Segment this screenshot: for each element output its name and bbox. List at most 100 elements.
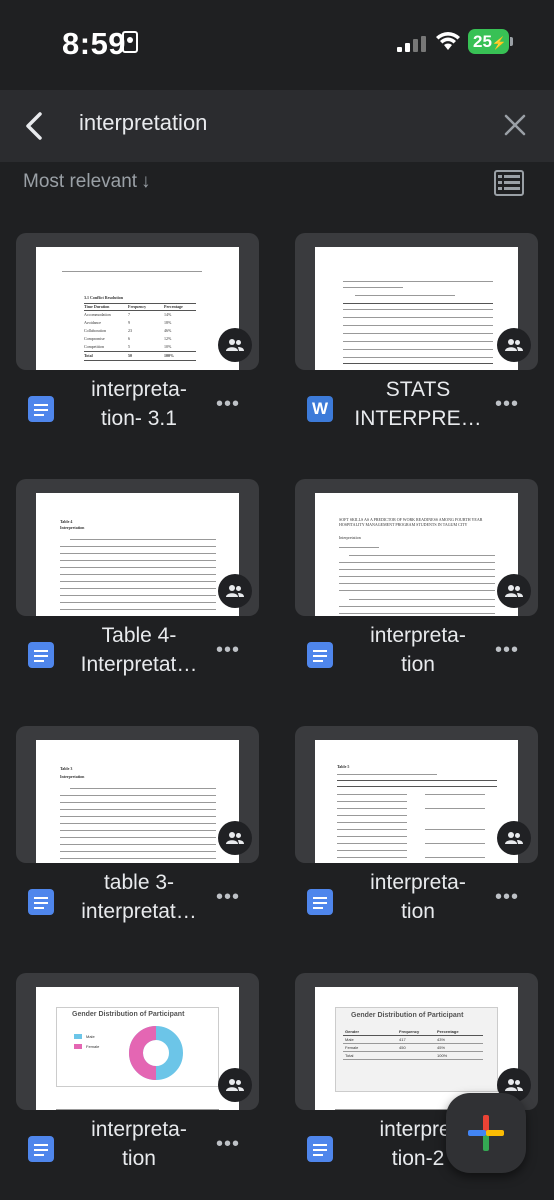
- preview-cell: 6: [128, 336, 130, 341]
- preview-cell: Total: [345, 1053, 354, 1058]
- google-docs-icon: [307, 1136, 333, 1162]
- file-card[interactable]: Gender Distribution of Participant Male …: [16, 973, 259, 1186]
- preview-heading: Gender Distribution of Participant: [351, 1012, 464, 1019]
- preview-heading: Table 4: [60, 519, 73, 524]
- more-options-icon[interactable]: •••: [216, 393, 240, 416]
- document-preview: [315, 247, 518, 370]
- preview-cell: Accommodation: [84, 312, 111, 317]
- preview-heading: 3.1 Conflict Resolution: [84, 295, 123, 300]
- battery-level: 25: [473, 32, 492, 51]
- list-view-icon[interactable]: [494, 170, 524, 196]
- file-card[interactable]: Table 4 Interpretation Table 4- Interpre…: [16, 479, 259, 692]
- battery-indicator: 25⚡: [468, 29, 509, 54]
- sort-label: Most relevant: [23, 171, 138, 192]
- file-thumbnail[interactable]: Gender Distribution of Participant Gende…: [295, 973, 538, 1110]
- preview-cell: 50: [128, 353, 132, 358]
- shared-icon: [218, 574, 252, 608]
- preview-cell: Collaboration: [84, 328, 106, 333]
- sort-dropdown[interactable]: Most relevant ↓: [23, 171, 151, 193]
- preview-cell: 12%: [164, 336, 172, 341]
- plus-icon: [468, 1115, 504, 1151]
- document-preview: Gender Distribution of Participant Gende…: [315, 987, 518, 1110]
- preview-cell: 14%: [164, 312, 172, 317]
- wifi-icon: [436, 32, 460, 50]
- document-preview: Table 3 Interpretation: [36, 740, 239, 863]
- preview-cell: Total: [84, 353, 93, 358]
- preview-cell: Male: [345, 1037, 354, 1042]
- preview-col: Frequency: [399, 1029, 420, 1034]
- file-card[interactable]: 3.1 Conflict Resolution Time Duration Fr…: [16, 233, 259, 446]
- preview-cell: 10%: [164, 344, 172, 349]
- google-docs-icon: [28, 396, 54, 422]
- shared-icon: [218, 1068, 252, 1102]
- preview-cell: 18%: [164, 320, 172, 325]
- preview-cell: 417: [399, 1037, 406, 1042]
- search-bar: interpretation: [0, 90, 554, 162]
- more-options-icon[interactable]: •••: [495, 639, 519, 662]
- clock: 8:59: [62, 26, 127, 61]
- legend-label: Male: [86, 1034, 95, 1039]
- document-preview: Gender Distribution of Participant Male …: [36, 987, 239, 1110]
- more-options-icon[interactable]: •••: [216, 886, 240, 909]
- preview-cell: Avoidance: [84, 320, 102, 325]
- file-title[interactable]: interpreta- tion: [343, 621, 493, 679]
- file-title[interactable]: interpreta- tion: [343, 868, 493, 926]
- file-title[interactable]: table 3- interpretat…: [64, 868, 214, 926]
- file-title[interactable]: interpreta- tion- 3.1: [64, 375, 214, 433]
- preview-cell: 46%: [164, 328, 172, 333]
- status-bar: 8:59 25⚡: [0, 0, 554, 90]
- file-thumbnail[interactable]: Table 5: [295, 726, 538, 863]
- document-preview: 3.1 Conflict Resolution Time Duration Fr…: [36, 247, 239, 370]
- file-thumbnail[interactable]: 3.1 Conflict Resolution Time Duration Fr…: [16, 233, 259, 370]
- chevron-left-icon[interactable]: [18, 108, 54, 144]
- file-thumbnail[interactable]: [295, 233, 538, 370]
- file-title[interactable]: interpreta- tion: [64, 1115, 214, 1173]
- file-thumbnail[interactable]: Table 3 Interpretation: [16, 726, 259, 863]
- file-thumbnail[interactable]: Table 4 Interpretation: [16, 479, 259, 616]
- search-input[interactable]: interpretation: [79, 110, 207, 136]
- legend-swatch-male: [74, 1034, 82, 1039]
- google-docs-icon: [28, 889, 54, 915]
- preview-cell: 9: [128, 320, 130, 325]
- file-card[interactable]: SOFT SKILLS AS A PREDICTOR OF WORK READI…: [295, 479, 538, 692]
- preview-cell: 23: [128, 328, 132, 333]
- preview-subheading: Interpretation: [60, 774, 85, 779]
- document-preview: Table 5: [315, 740, 518, 863]
- preview-cell: 450: [399, 1045, 406, 1050]
- shared-icon: [497, 574, 531, 608]
- preview-cell: Competition: [84, 344, 104, 349]
- preview-cell: 100%: [164, 353, 174, 358]
- document-preview: Table 4 Interpretation: [36, 493, 239, 616]
- more-options-icon[interactable]: •••: [216, 1133, 240, 1156]
- file-card[interactable]: W STATS INTERPRE… •••: [295, 233, 538, 446]
- preview-cell: 43%: [437, 1037, 446, 1042]
- more-options-icon[interactable]: •••: [495, 393, 519, 416]
- file-title[interactable]: STATS INTERPRE…: [343, 375, 493, 433]
- legend-label: Female: [86, 1044, 100, 1049]
- file-card[interactable]: Table 5 interpreta- tion •••: [295, 726, 538, 939]
- new-document-button[interactable]: [446, 1093, 526, 1173]
- file-card[interactable]: Table 3 Interpretation table 3- interpre…: [16, 726, 259, 939]
- more-options-icon[interactable]: •••: [216, 639, 240, 662]
- preview-col: Percentage: [164, 304, 183, 309]
- close-icon[interactable]: [500, 110, 530, 140]
- more-options-icon[interactable]: •••: [495, 886, 519, 909]
- donut-chart: [129, 1026, 183, 1080]
- arrow-down-icon: ↓: [141, 171, 151, 192]
- focus-icon: [122, 31, 138, 53]
- preview-heading: SOFT SKILLS AS A PREDICTOR OF WORK READI…: [339, 517, 483, 527]
- preview-cell: 100%: [437, 1053, 448, 1058]
- file-thumbnail[interactable]: Gender Distribution of Participant Male …: [16, 973, 259, 1110]
- preview-col: Frequency: [128, 304, 147, 309]
- chart-frame: [335, 1007, 498, 1092]
- google-docs-icon: [307, 889, 333, 915]
- preview-subheading: Interpretation: [339, 535, 361, 540]
- preview-heading: Table 5: [337, 764, 350, 769]
- file-title[interactable]: Table 4- Interpretat…: [64, 621, 214, 679]
- file-thumbnail[interactable]: SOFT SKILLS AS A PREDICTOR OF WORK READI…: [295, 479, 538, 616]
- google-docs-icon: [28, 642, 54, 668]
- preview-cell: 45%: [437, 1045, 446, 1050]
- shared-icon: [497, 328, 531, 362]
- preview-heading: Gender Distribution of Participant: [72, 1011, 185, 1018]
- shared-icon: [497, 821, 531, 855]
